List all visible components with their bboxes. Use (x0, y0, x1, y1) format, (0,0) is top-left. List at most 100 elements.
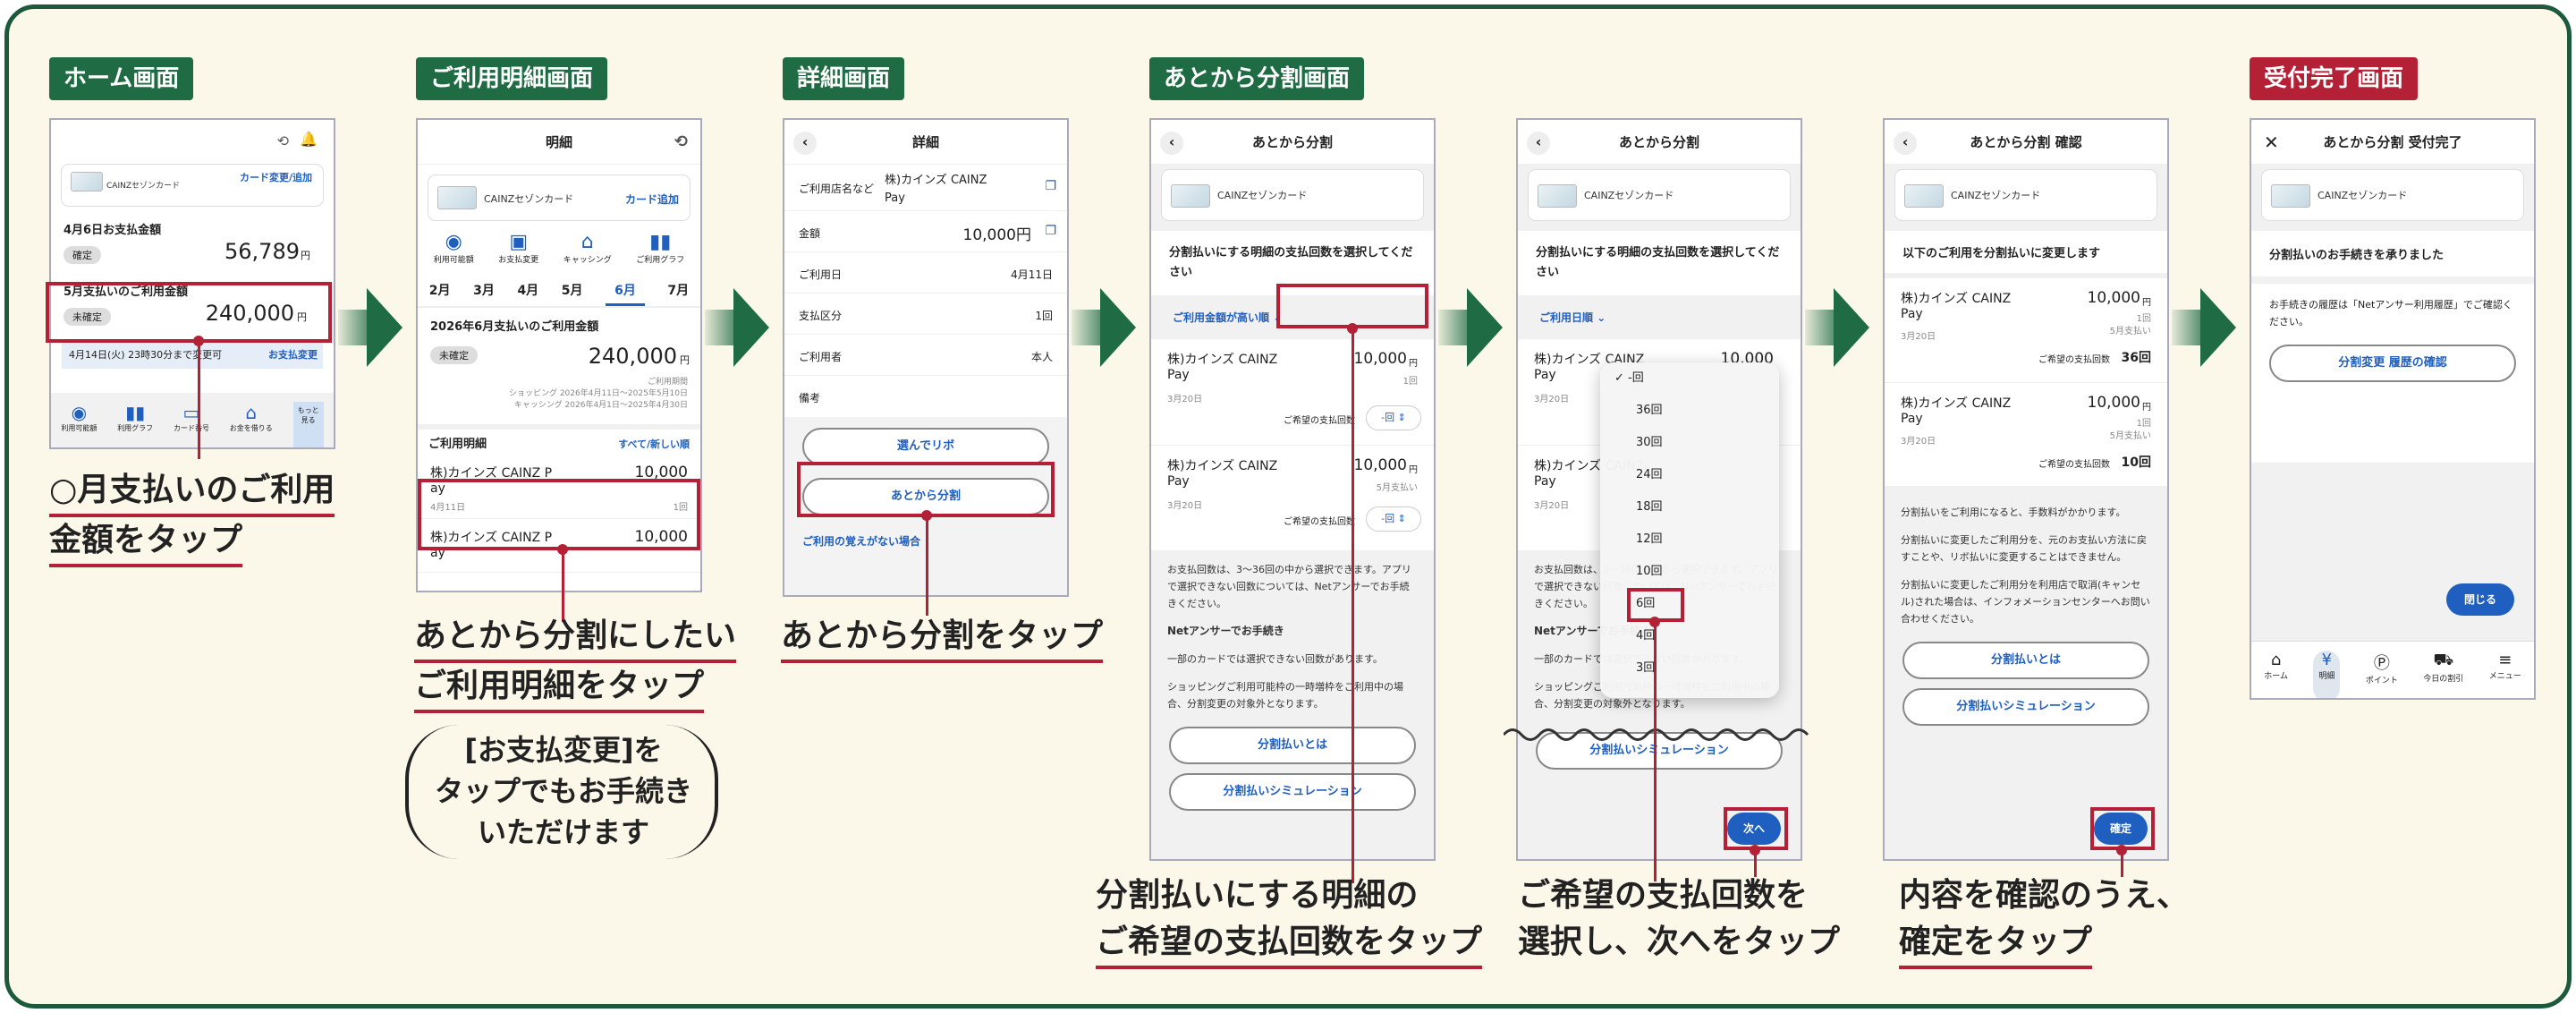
back-icon[interactable]: ‹ (793, 132, 817, 155)
installment-select[interactable]: -回 ⇕ (1366, 405, 1421, 430)
item-name-2: Pay (1901, 412, 1923, 426)
menu-icon: ≡ (2498, 651, 2512, 669)
tab-month[interactable]: 7月 (667, 277, 689, 306)
picker-option[interactable]: 18回 (1600, 491, 1779, 524)
picker-option[interactable]: 3回 (1600, 652, 1779, 685)
tab-month[interactable]: 5月 (562, 277, 583, 306)
tab-points[interactable]: Ⓟ ポイント (2366, 651, 2398, 698)
confirm-item: 株)カインズ CAINZ Pay 10,000 円 1回 5月支払い 3月20日… (1885, 382, 2167, 486)
yen-unit: 円 (301, 250, 310, 261)
card-add-link[interactable]: カード追加 (625, 192, 679, 207)
shortcut-borrow[interactable]: ⌂ お金を借りる (230, 402, 273, 447)
about-split-button[interactable]: 分割払いとは (1169, 727, 1416, 764)
card-selector[interactable]: CAINZセゾンカード カード変更/追加 (62, 165, 323, 206)
feature-available[interactable]: ◉ 利用可能額 (434, 231, 474, 265)
tab-month-active[interactable]: 6月 (606, 277, 645, 306)
history-icon[interactable]: ⟲ (674, 120, 688, 165)
tab-home[interactable]: ⌂ ホーム (2264, 651, 2288, 698)
item-amount: 10,000 (2087, 289, 2140, 307)
confirm-button[interactable]: 確定 (2094, 813, 2148, 845)
copy-icon[interactable]: ❐ (1045, 224, 1056, 238)
phone-home: ⟲ 🔔 CAINZセゾンカード カード変更/追加 4月6日お支払金額 確定 56… (49, 118, 335, 449)
tab-bar: ⌂ ホーム ¥ 明細 Ⓟ ポイント ⛟ 今日の割引 ≡ メニュー (2251, 641, 2534, 698)
card-name: CAINZセゾンカード (484, 193, 574, 205)
item-date: 3月20日 (1901, 437, 1936, 447)
card-selector[interactable]: CAINZセゾンカード カード追加 (428, 175, 690, 220)
shortcut-more[interactable]: もっと見る (292, 402, 324, 447)
step-tag: ホーム画面 (49, 57, 194, 100)
feature-payment-change[interactable]: ▣ お支払変更 (498, 231, 538, 265)
bell-icon[interactable]: 🔔 (300, 131, 318, 148)
pointer-line (926, 517, 928, 616)
close-button[interactable]: 閉じる (2446, 583, 2514, 616)
card-image-icon (71, 172, 103, 192)
caption-step-3: あとから分割をタップ (781, 613, 1104, 663)
copy-icon[interactable]: ❐ (1045, 179, 1056, 193)
payment-change-link[interactable]: お支払変更 (268, 342, 318, 369)
payment-1[interactable]: 4月6日お支払金額 確定 56,789 円 (51, 217, 334, 277)
back-icon[interactable]: ‹ (1527, 132, 1550, 155)
picker-option[interactable]: 10回 (1600, 556, 1779, 588)
list-item[interactable]: 株)カインズ CAINZ P ay 10,000 4月11日 1回 (418, 455, 700, 519)
item-amount: 10,000 (1353, 456, 1407, 474)
detail-row-user: ご利用者 本人 (784, 335, 1067, 376)
picker-option[interactable]: 36回 (1600, 395, 1779, 427)
card-selector: CAINZセゾンカード (2262, 170, 2523, 220)
sort-dropdown[interactable]: ご利用日順 ⌄ (1518, 295, 1801, 339)
item-sub: 5月支払い (2109, 327, 2151, 336)
payment-2[interactable]: 5月支払いのご利用金額 未確定 240,000 円 (51, 277, 334, 338)
history-button[interactable]: 分割変更 履歴の確認 (2269, 345, 2516, 382)
detail-header: ‹ 詳細 (784, 120, 1067, 165)
detail-heading: ご利用明細 (428, 438, 487, 451)
split-item: 株)カインズ CAINZ Pay 10,000 円 1回 3月20日 ご希望の支… (1151, 339, 1434, 445)
status-badge: 確定 (64, 246, 101, 264)
item-count: 1回 (2136, 419, 2151, 429)
step-tag: 受付完了画面 (2250, 57, 2419, 100)
tab-discount[interactable]: ⛟ 今日の割引 (2423, 651, 2463, 698)
sort-dropdown[interactable]: ご利用金額が高い順 ⌄ (1151, 295, 1434, 339)
tab-month[interactable]: 2月 (429, 277, 451, 306)
card-change-link[interactable]: カード変更/追加 (240, 170, 312, 184)
shortcut-graph[interactable]: ▮▮ 利用グラフ (117, 402, 153, 447)
back-icon[interactable]: ‹ (1160, 132, 1183, 155)
tab-month[interactable]: 4月 (517, 277, 538, 306)
simulation-button[interactable]: 分割払いシミュレーション (1902, 688, 2149, 726)
split-header: ‹ あとから分割 (1151, 120, 1434, 165)
feature-cashing[interactable]: ⌂ キャッシング (564, 231, 612, 265)
detail-row-date: ご利用日 4月11日 (784, 252, 1067, 294)
picker-option[interactable]: 4回 (1600, 620, 1779, 652)
tab-menu[interactable]: ≡ メニュー (2489, 651, 2521, 698)
select-label: ご希望の支払回数 (2038, 460, 2110, 470)
picker-option-selected[interactable]: ✓ -回 (1600, 362, 1779, 395)
next-button[interactable]: 次へ (1727, 813, 1781, 845)
revo-button[interactable]: 選んでリボ (802, 428, 1049, 465)
history-icon[interactable]: ⟲ (277, 132, 289, 149)
picker-option-highlight[interactable]: 6回 (1600, 588, 1779, 620)
yen-unit: 円 (2142, 403, 2151, 413)
period-cashing: キャッシング 2026年4月1日〜2025年4月30日 (513, 401, 688, 410)
item-date: 3月20日 (1167, 501, 1203, 511)
pointer-line (1352, 328, 1354, 883)
picker-option[interactable]: 24回 (1600, 459, 1779, 491)
shortcut-available[interactable]: ◉ 利用可能額 (61, 402, 97, 447)
page-title: 明細 (545, 134, 572, 150)
note-irreversible: 分割払いに変更したご利用分を、元のお支払い方法に戻すことや、リボ払いに変更するこ… (1901, 534, 2147, 563)
feature-graph[interactable]: ▮▮ ご利用グラフ (636, 231, 684, 265)
back-icon[interactable]: ‹ (1894, 132, 1917, 155)
coin-icon: ◉ (71, 402, 88, 423)
close-icon[interactable]: ✕ (2264, 120, 2279, 165)
card-name: CAINZセゾンカード (2318, 190, 2408, 201)
simulation-button[interactable]: 分割払いシミュレーション (1169, 773, 1416, 811)
picker-option[interactable]: 12回 (1600, 524, 1779, 556)
arrow-6-head (2200, 288, 2236, 367)
picker-option[interactable]: 30回 (1600, 427, 1779, 459)
shortcut-card-number[interactable]: ▭ カード番号 (174, 402, 209, 447)
tab-month[interactable]: 3月 (473, 277, 495, 306)
tab-statement[interactable]: ¥ 明細 (2313, 651, 2341, 698)
about-split-button[interactable]: 分割払いとは (1902, 642, 2149, 679)
installment-select[interactable]: -回 ⇕ (1366, 506, 1421, 532)
pointer-line (562, 550, 564, 622)
net-answer-link[interactable]: Netアンサーでお手続き (1151, 617, 1434, 645)
arrow-5-head (1834, 288, 1869, 367)
item-amount: 10,000 (634, 464, 688, 481)
